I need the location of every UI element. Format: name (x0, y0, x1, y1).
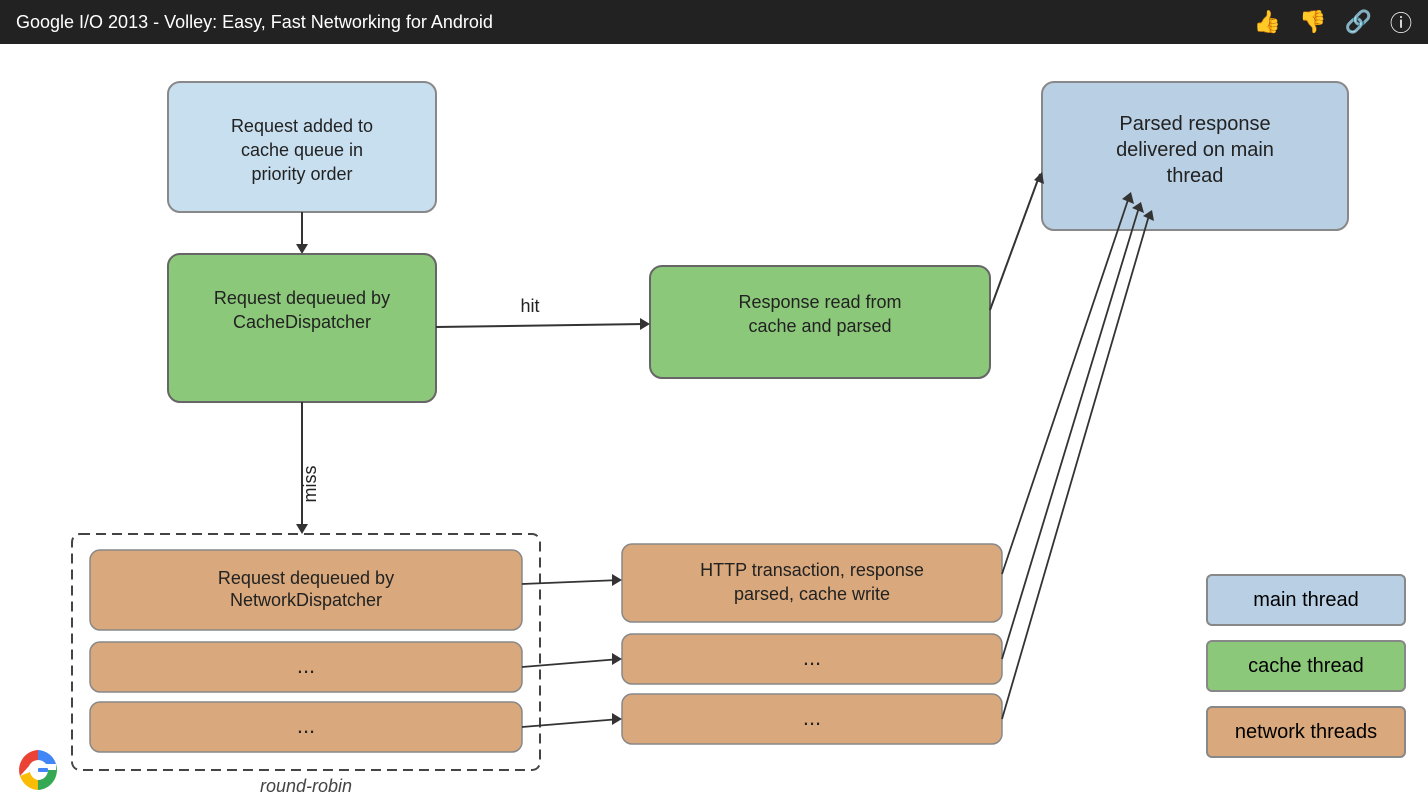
google-logo (16, 748, 60, 792)
topbar-icons: 👍 👎 🔗 ⓘ (1254, 6, 1412, 38)
svg-text:...: ... (803, 705, 821, 730)
svg-text:parsed, cache write: parsed, cache write (734, 584, 890, 604)
info-icon[interactable]: ⓘ (1390, 6, 1412, 38)
legend: main thread cache thread network threads (1206, 574, 1406, 758)
svg-text:Parsed response: Parsed response (1119, 113, 1270, 135)
legend-network-threads: network threads (1206, 706, 1406, 758)
thumbs-down-icon[interactable]: 👎 (1299, 9, 1326, 35)
svg-text:Response read from: Response read from (738, 292, 901, 312)
svg-text:...: ... (297, 653, 315, 678)
svg-text:CacheDispatcher: CacheDispatcher (233, 312, 371, 332)
legend-cache-thread: cache thread (1206, 640, 1406, 692)
svg-text:cache and parsed: cache and parsed (748, 316, 891, 336)
share-icon[interactable]: 🔗 (1345, 9, 1372, 35)
svg-text:...: ... (297, 713, 315, 738)
thumbs-up-icon[interactable]: 👍 (1254, 9, 1281, 35)
svg-text:Request added to: Request added to (231, 116, 373, 136)
svg-text:round-robin: round-robin (260, 776, 352, 796)
svg-text:hit: hit (520, 296, 539, 316)
topbar-title: Google I/O 2013 - Volley: Easy, Fast Net… (16, 12, 493, 33)
legend-main-thread: main thread (1206, 574, 1406, 626)
svg-text:HTTP transaction, response: HTTP transaction, response (700, 560, 924, 580)
svg-text:Request dequeued by: Request dequeued by (218, 568, 394, 588)
topbar: Google I/O 2013 - Volley: Easy, Fast Net… (0, 0, 1428, 44)
svg-text:...: ... (803, 645, 821, 670)
svg-text:miss: miss (300, 466, 320, 503)
svg-text:cache queue in: cache queue in (241, 140, 363, 160)
svg-text:delivered on main: delivered on main (1116, 139, 1274, 161)
svg-text:thread: thread (1167, 165, 1224, 187)
svg-text:priority order: priority order (251, 164, 352, 184)
svg-text:Request dequeued by: Request dequeued by (214, 288, 390, 308)
svg-text:NetworkDispatcher: NetworkDispatcher (230, 590, 382, 610)
main-content: Request added to cache queue in priority… (0, 44, 1428, 802)
